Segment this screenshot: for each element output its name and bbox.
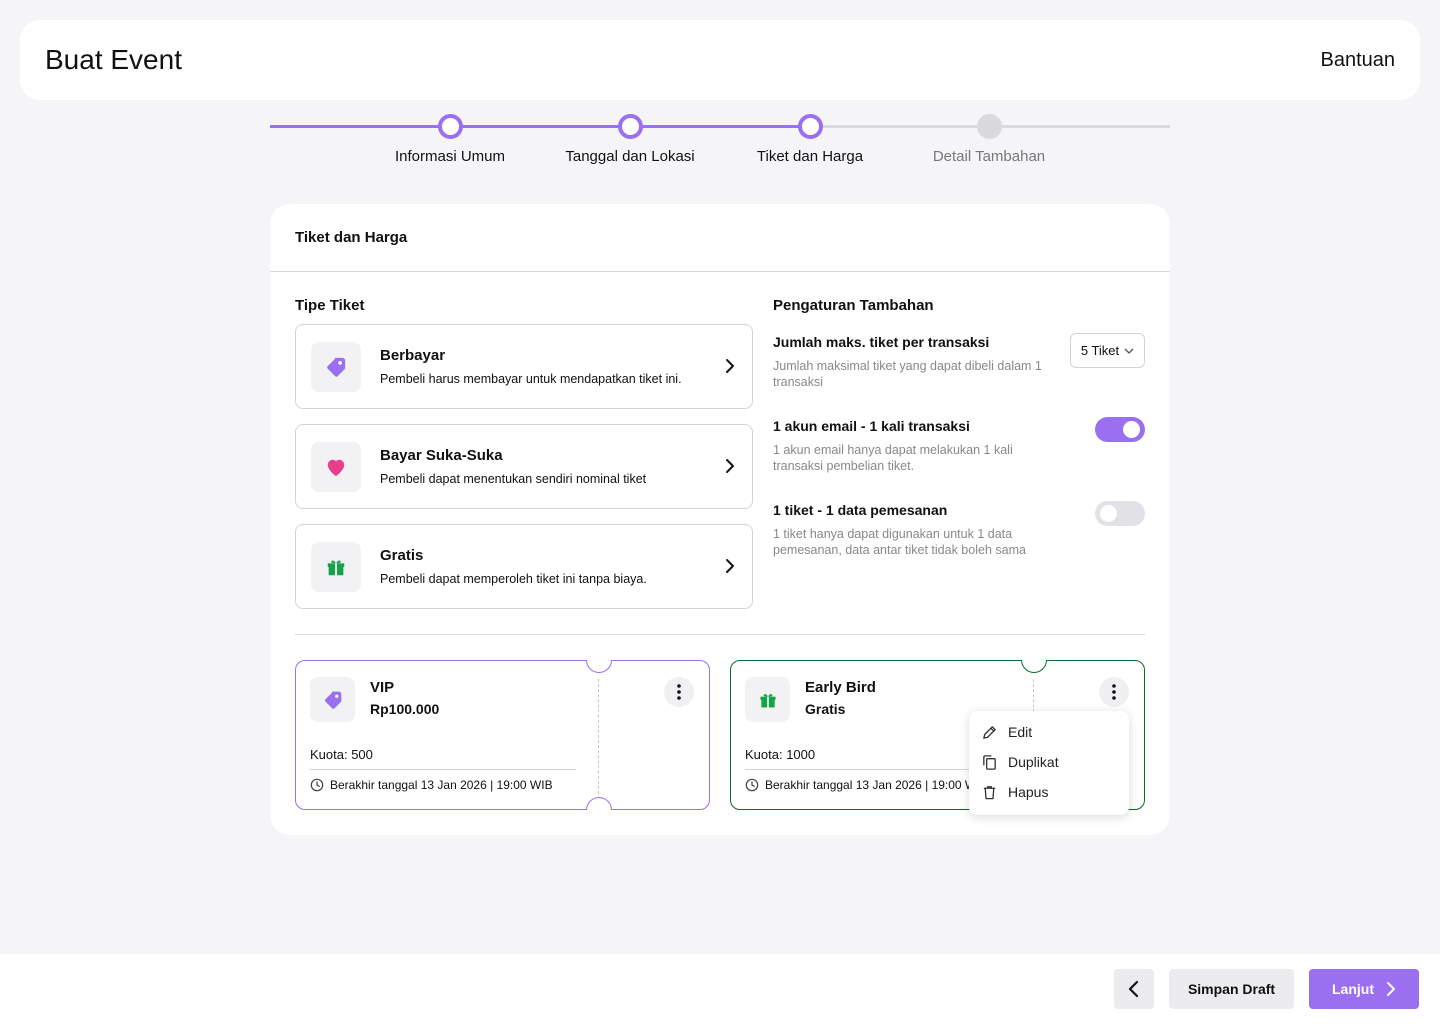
menu-item-label: Edit: [1008, 724, 1033, 740]
ticket-notch: [586, 797, 612, 810]
price-tag-icon: [310, 677, 355, 722]
ticket-name: VIP: [370, 679, 395, 696]
ticket-type-gratis[interactable]: Gratis Pembeli dapat memperoleh tiket in…: [295, 524, 753, 609]
back-button[interactable]: [1114, 969, 1154, 1009]
menu-item-duplicate[interactable]: Duplikat: [969, 747, 1129, 777]
toggle-knob: [1123, 421, 1140, 438]
ticket-end-text: Berakhir tanggal 13 Jan 2026 | 19:00 WIB: [765, 778, 988, 792]
type-title: Bayar Suka-Suka: [380, 447, 503, 464]
step-tiket-harga[interactable]: Tiket dan Harga: [710, 114, 910, 165]
step-label: Tiket dan Harga: [756, 148, 864, 165]
ticket-more-button[interactable]: [664, 677, 694, 707]
gift-icon: [311, 541, 361, 592]
email-limit-label: 1 akun email - 1 kali transaksi: [773, 418, 970, 434]
chevron-right-icon: [1387, 982, 1395, 996]
max-tickets-description: Jumlah maksimal tiket yang dapat dibeli …: [773, 359, 1042, 389]
step-indicator: [797, 114, 823, 139]
step-label: Detail Tambahan: [932, 148, 1046, 165]
kebab-menu-icon: [677, 684, 681, 700]
step-detail-tambahan[interactable]: Detail Tambahan: [889, 114, 1089, 165]
ticket-separator: [310, 769, 576, 770]
chevron-left-icon: [1128, 980, 1139, 998]
ticket-more-button[interactable]: [1099, 677, 1129, 707]
step-indicator: [617, 114, 643, 139]
ticket-card-vip[interactable]: VIP Rp100.000 Kuota: 500 Berakhir tangga…: [295, 660, 710, 810]
menu-item-delete[interactable]: Hapus: [969, 777, 1129, 807]
chevron-right-icon: [726, 459, 734, 473]
progress-stepper: Informasi Umum Tanggal dan Lokasi Tiket …: [270, 114, 1170, 174]
ticket-perforation: [598, 679, 599, 794]
clock-icon: [745, 778, 759, 792]
clock-icon: [310, 778, 324, 792]
menu-item-edit[interactable]: Edit: [969, 717, 1129, 747]
step-indicator: [976, 114, 1002, 139]
chevron-down-icon: [1124, 348, 1134, 354]
type-title: Gratis: [380, 547, 424, 564]
ticket-name: Early Bird: [805, 679, 876, 696]
section-divider: [295, 634, 1145, 635]
ticket-price: Gratis: [805, 701, 846, 717]
kebab-menu-icon: [1112, 684, 1116, 700]
step-label: Informasi Umum: [394, 148, 506, 165]
heart-icon: [311, 441, 361, 492]
pencil-icon: [983, 725, 996, 739]
type-description: Pembeli dapat memperoleh tiket ini tanpa…: [380, 572, 647, 586]
gift-icon: [745, 677, 790, 722]
step-informasi-umum[interactable]: Informasi Umum: [350, 114, 550, 165]
email-limit-toggle[interactable]: [1095, 417, 1145, 442]
ticket-type-heading: Tipe Tiket: [295, 297, 365, 314]
copy-icon: [983, 754, 996, 770]
step-tanggal-lokasi[interactable]: Tanggal dan Lokasi: [530, 114, 730, 165]
page-title: Buat Event: [45, 44, 182, 75]
ticket-type-bayar-suka-suka[interactable]: Bayar Suka-Suka Pembeli dapat menentukan…: [295, 424, 753, 509]
step-label: Tanggal dan Lokasi: [565, 148, 695, 165]
ticket-context-menu: Edit Duplikat Hapus: [969, 711, 1129, 815]
save-draft-button[interactable]: Simpan Draft: [1169, 969, 1294, 1009]
help-link[interactable]: Bantuan: [1320, 49, 1395, 72]
ticket-notch: [586, 660, 612, 673]
card-title: Tiket dan Harga: [270, 204, 1170, 272]
type-title: Berbayar: [380, 347, 446, 364]
ticket-quota: Kuota: 500: [310, 747, 373, 762]
ticket-data-toggle[interactable]: [1095, 501, 1145, 526]
ticket-price: Rp100.000: [370, 701, 440, 717]
max-tickets-select[interactable]: 5 Tiket: [1070, 333, 1145, 368]
next-button-label: Lanjut: [1332, 981, 1374, 997]
ticket-end-text: Berakhir tanggal 13 Jan 2026 | 19:00 WIB: [330, 778, 553, 792]
ticket-data-description: 1 tiket hanya dapat digunakan untuk 1 da…: [773, 527, 1026, 557]
top-header: Buat Event Bantuan: [20, 20, 1420, 100]
step-indicator: [437, 114, 463, 139]
ticket-end-date: Berakhir tanggal 13 Jan 2026 | 19:00 WIB: [745, 778, 988, 792]
ticket-quota: Kuota: 1000: [745, 747, 816, 762]
settings-heading: Pengaturan Tambahan: [773, 297, 934, 314]
trash-icon: [983, 785, 996, 799]
footer-bar: Simpan Draft Lanjut: [0, 954, 1440, 1024]
select-value: 5 Tiket: [1080, 343, 1120, 358]
ticket-end-date: Berakhir tanggal 13 Jan 2026 | 19:00 WIB: [310, 778, 553, 792]
ticket-type-berbayar[interactable]: Berbayar Pembeli harus membayar untuk me…: [295, 324, 753, 409]
type-description: Pembeli dapat menentukan sendiri nominal…: [380, 472, 647, 486]
ticket-notch: [1021, 660, 1047, 673]
toggle-knob: [1100, 505, 1117, 522]
chevron-right-icon: [726, 359, 734, 373]
menu-item-label: Duplikat: [1008, 754, 1059, 770]
ticket-data-label: 1 tiket - 1 data pemesanan: [773, 502, 948, 518]
menu-item-label: Hapus: [1008, 784, 1049, 800]
price-tag-icon: [311, 341, 361, 392]
chevron-right-icon: [726, 559, 734, 573]
email-limit-description: 1 akun email hanya dapat melakukan 1 kal…: [773, 443, 1013, 473]
next-button[interactable]: Lanjut: [1309, 969, 1419, 1009]
max-tickets-label: Jumlah maks. tiket per transaksi: [773, 334, 990, 350]
type-description: Pembeli harus membayar untuk mendapatkan…: [380, 372, 682, 386]
